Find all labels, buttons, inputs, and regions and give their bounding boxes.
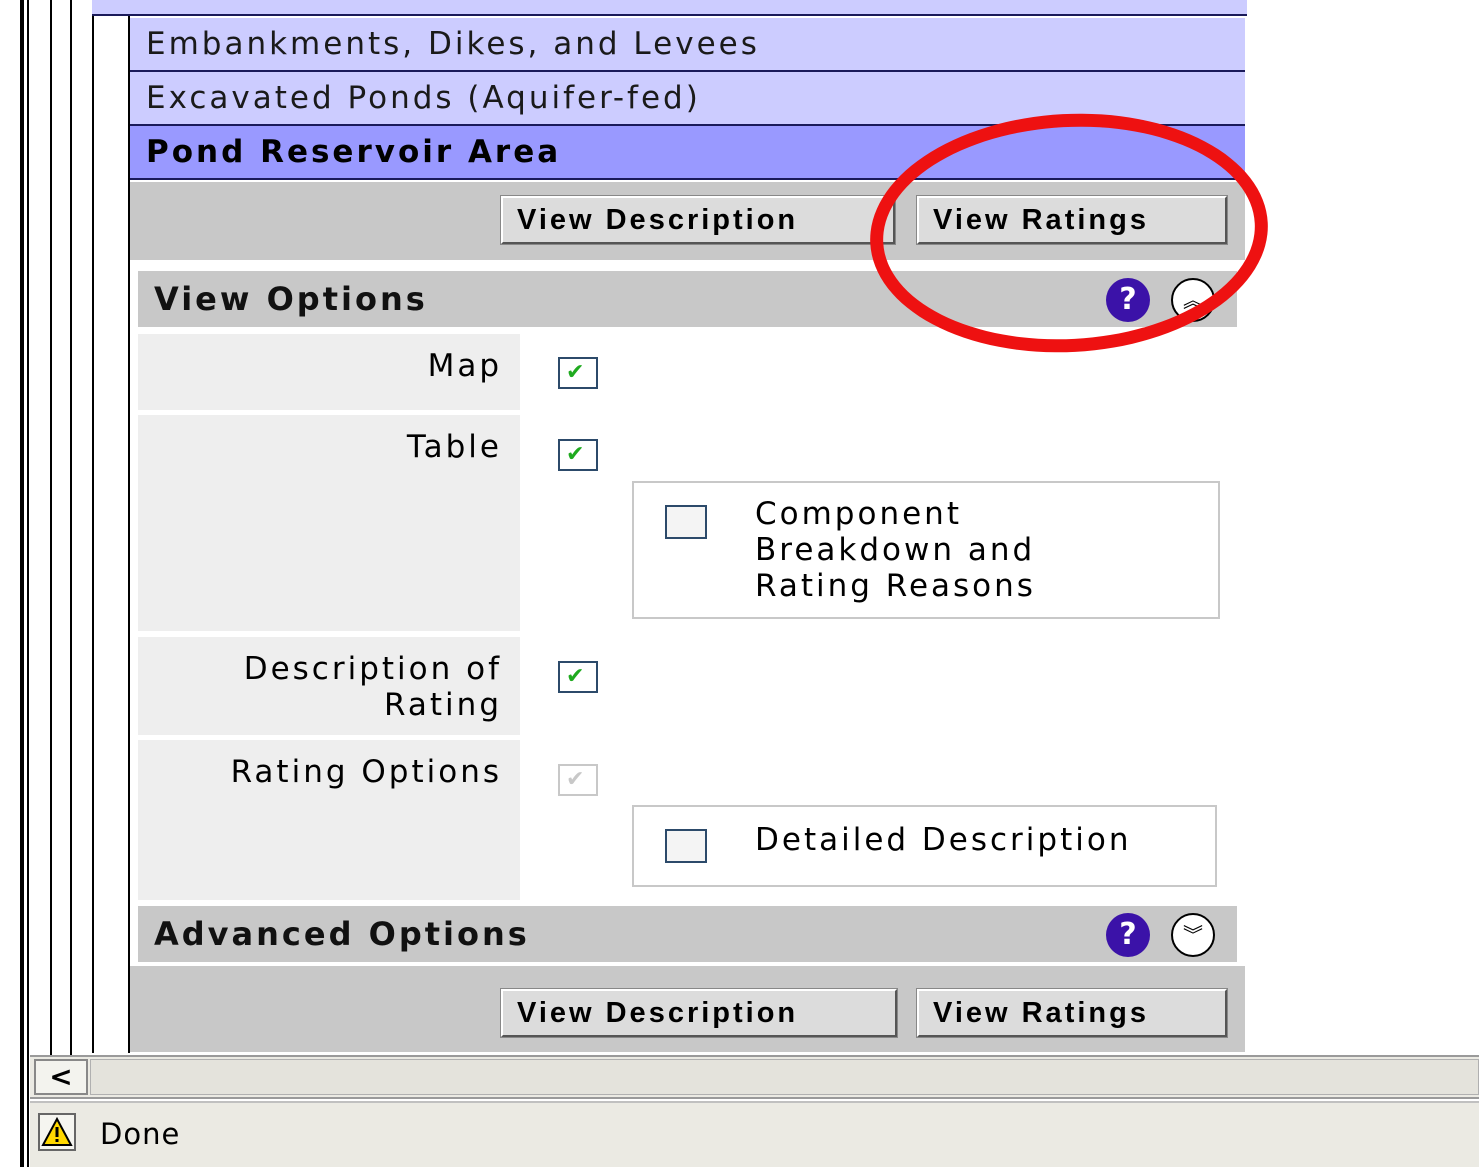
warning-icon — [38, 1113, 76, 1151]
status-bar — [30, 1101, 1479, 1167]
checkmark-icon: ✔ — [566, 360, 585, 385]
checkmark-icon: ✔ — [566, 664, 585, 689]
window-border-inner — [27, 0, 29, 1167]
detailed-description-checkbox[interactable] — [665, 829, 707, 863]
scrollbar-thumb[interactable] — [90, 1059, 1479, 1095]
component-breakdown-label-line-2: Breakdown and — [755, 532, 1036, 568]
table-checkbox[interactable]: ✔ — [558, 439, 598, 471]
advanced-options-header[interactable]: Advanced Options — [138, 906, 1237, 962]
layer-item-embankments[interactable]: Embankments, Dikes, and Levees — [130, 18, 1245, 72]
scroll-left-button[interactable]: < — [34, 1059, 88, 1095]
rating-options-checkbox: ✔ — [558, 764, 598, 796]
view-description-button-bottom[interactable]: View Description — [500, 988, 898, 1038]
view-description-button-top[interactable]: View Description — [500, 195, 896, 245]
frame-divider-2 — [70, 0, 72, 1055]
status-text: Done — [100, 1117, 181, 1151]
description-label-line-1: Description of — [243, 651, 502, 687]
collapse-up-icon[interactable]: ︽ — [1171, 278, 1215, 322]
list-item-partial[interactable] — [92, 0, 1247, 16]
view-options-header[interactable]: View Options — [138, 271, 1237, 327]
advanced-options-title: Advanced Options — [154, 915, 530, 953]
component-breakdown-label-line-3: Rating Reasons — [755, 568, 1036, 604]
map-checkbox[interactable]: ✔ — [558, 357, 598, 389]
window-border-outer — [20, 0, 24, 1167]
view-options-help-icon[interactable]: ? — [1106, 278, 1150, 322]
advanced-options-help-icon[interactable]: ? — [1106, 913, 1150, 957]
rating-options-label: Rating Options — [138, 740, 520, 900]
description-of-rating-label: Description of Rating — [138, 637, 520, 735]
layer-item-excavated-ponds[interactable]: Excavated Ponds (Aquifer-fed) — [130, 72, 1245, 126]
table-label: Table — [138, 415, 520, 631]
expand-down-icon[interactable]: ︾ — [1171, 913, 1215, 957]
view-options-title: View Options — [154, 280, 428, 318]
component-breakdown-label-line-1: Component — [755, 496, 962, 532]
checkmark-icon: ✔ — [566, 767, 585, 792]
map-label: Map — [138, 334, 520, 410]
layer-item-pond-reservoir-area[interactable]: Pond Reservoir Area — [130, 126, 1245, 180]
detailed-description-label: Detailed Description — [755, 822, 1132, 858]
component-breakdown-checkbox[interactable] — [665, 505, 707, 539]
view-ratings-button-top[interactable]: View Ratings — [916, 195, 1228, 245]
description-of-rating-checkbox[interactable]: ✔ — [558, 661, 598, 693]
description-label-line-2: Rating — [384, 687, 502, 723]
frame-divider-1 — [50, 0, 52, 1055]
view-ratings-button-bottom[interactable]: View Ratings — [916, 988, 1228, 1038]
component-breakdown-label: Component Breakdown and Rating Reasons — [755, 496, 1036, 604]
checkmark-icon: ✔ — [566, 442, 585, 467]
